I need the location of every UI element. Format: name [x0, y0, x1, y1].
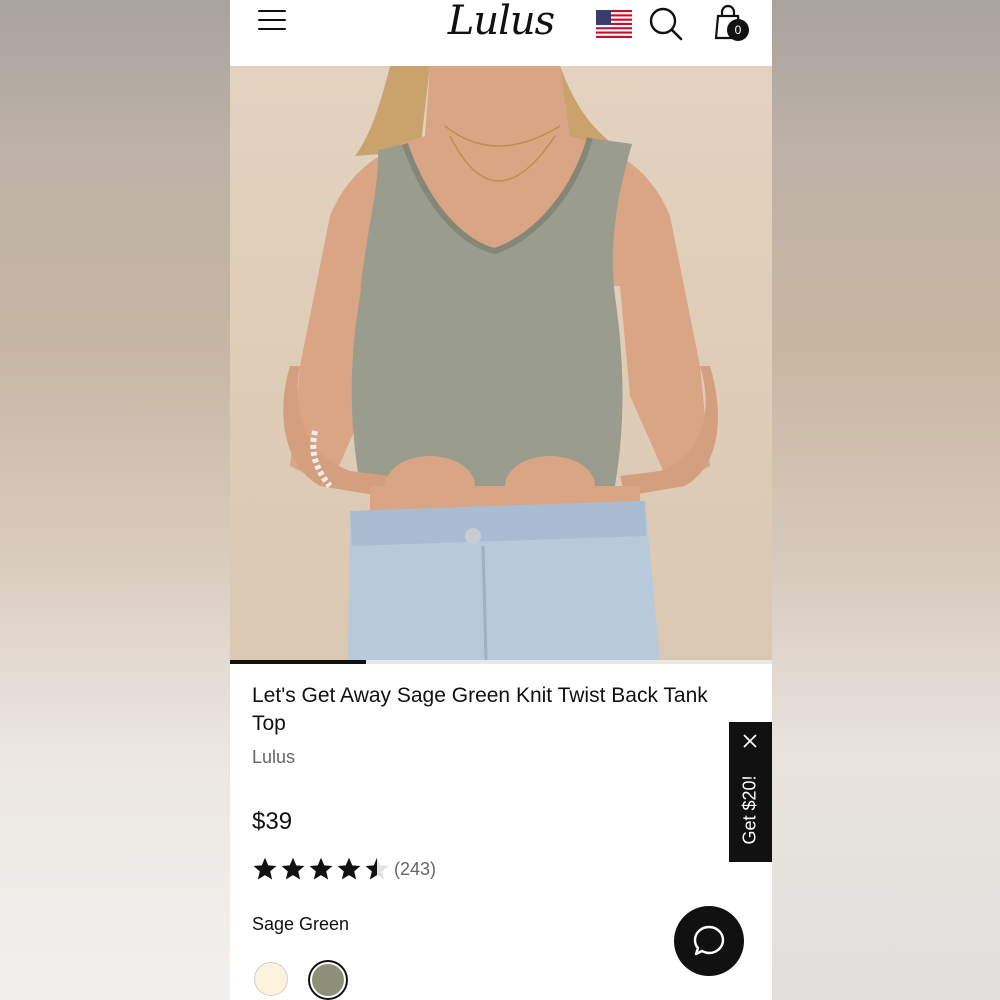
star-icon — [309, 857, 333, 880]
star-icon — [253, 857, 277, 880]
mobile-page: Lulus 0 Let's Get Away Sage Green Knit T… — [230, 0, 772, 1000]
chat-button[interactable] — [674, 906, 744, 976]
product-photo-model-icon — [283, 66, 718, 660]
background-blur-right — [770, 0, 1000, 1000]
promo-side-tab[interactable]: Get $20! — [729, 722, 772, 862]
rating-count[interactable]: (243) — [394, 859, 436, 880]
hamburger-menu-icon[interactable] — [258, 10, 286, 34]
color-swatch-sage-green[interactable] — [310, 962, 346, 998]
product-hero-image[interactable] — [230, 66, 772, 660]
cart-count-badge: 0 — [727, 19, 749, 41]
promo-label[interactable]: Get $20! — [740, 775, 761, 844]
image-carousel-progress — [230, 660, 772, 664]
product-title: Let's Get Away Sage Green Knit Twist Bac… — [252, 684, 708, 735]
search-icon[interactable] — [648, 6, 684, 42]
us-flag-icon[interactable] — [596, 10, 632, 38]
star-icon — [365, 857, 389, 880]
color-swatch-cream[interactable] — [254, 962, 288, 996]
lulus-logo[interactable]: Lulus — [446, 0, 556, 46]
product-price: $39 — [252, 808, 293, 835]
star-icon — [337, 857, 361, 880]
rating-stars — [252, 856, 392, 882]
image-carousel-progress-fill — [230, 660, 366, 664]
product-brand[interactable]: Lulus — [252, 747, 295, 768]
background-blur-left — [0, 0, 230, 1000]
selected-color-label: Sage Green — [252, 914, 350, 934]
product-rating[interactable]: (243) — [252, 854, 436, 884]
top-navigation-bar: Lulus 0 — [230, 0, 772, 67]
star-icon — [281, 857, 305, 880]
chat-bubble-icon — [693, 925, 725, 956]
close-icon[interactable] — [741, 732, 759, 750]
